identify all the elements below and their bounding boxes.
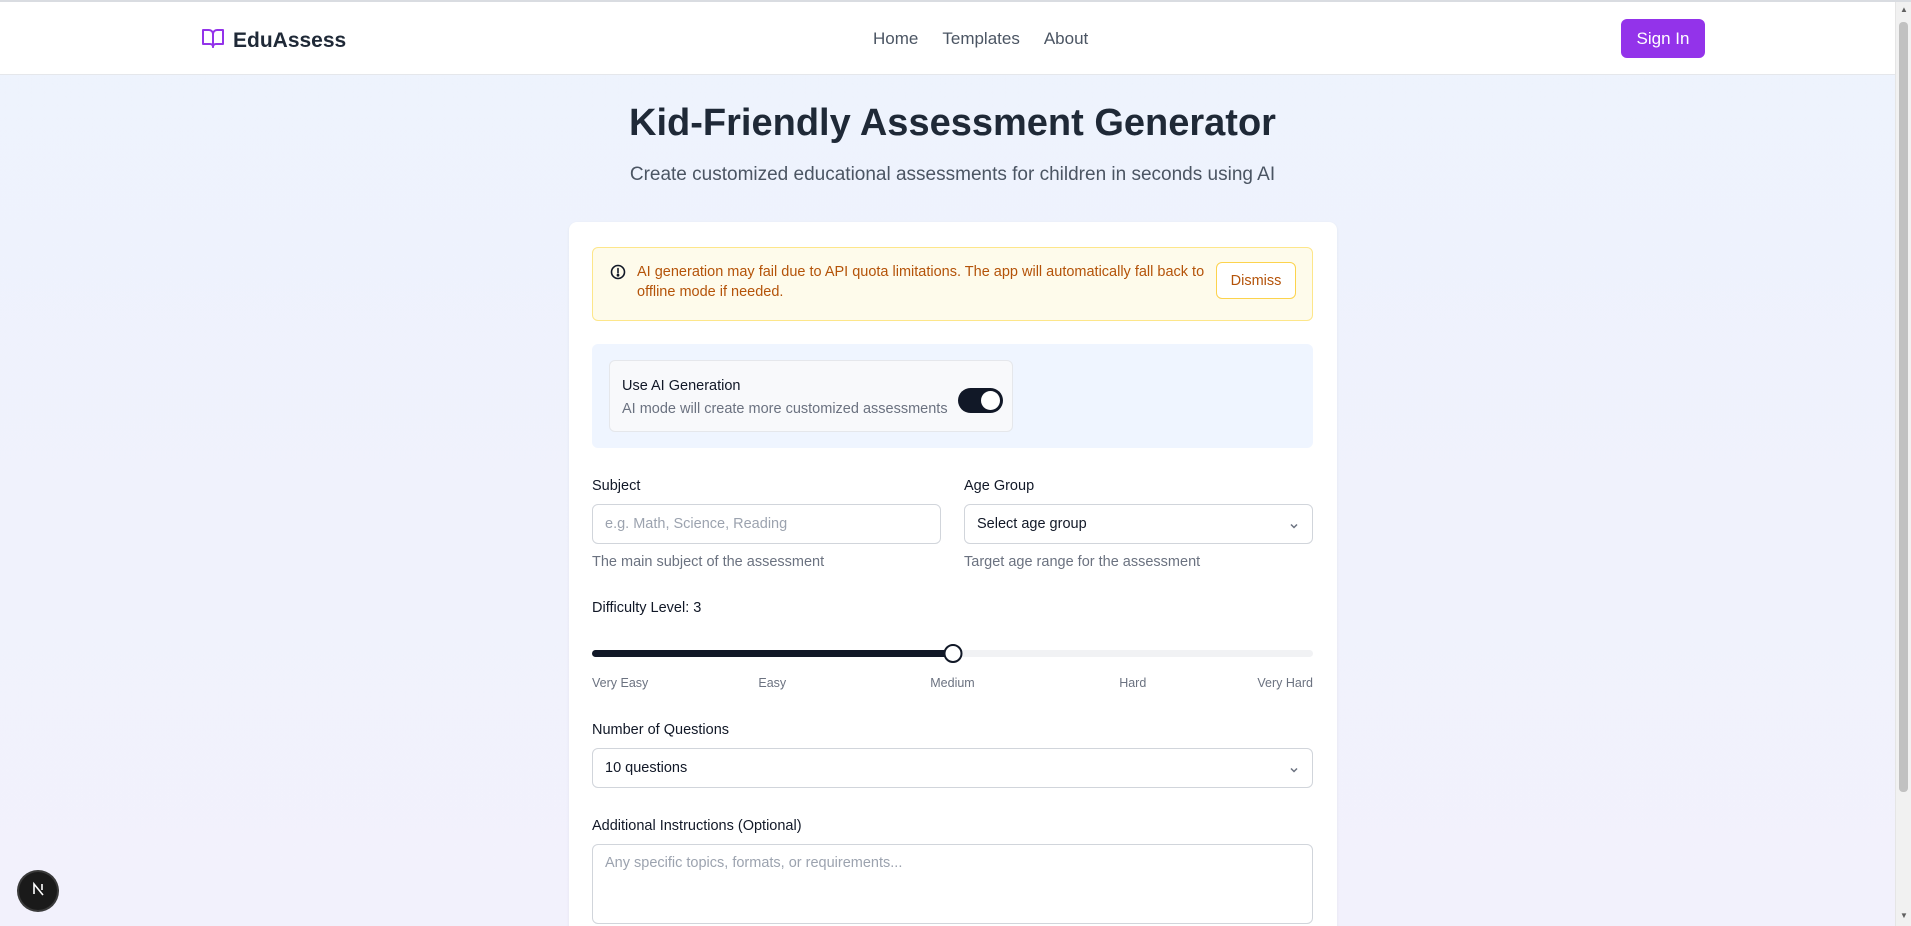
nav-templates[interactable]: Templates: [942, 29, 1019, 49]
ai-generation-setting: Use AI Generation AI mode will create mo…: [609, 360, 1013, 432]
difficulty-scale: Very Easy Easy Medium Hard Very Hard: [592, 676, 1313, 692]
tick-very-hard: Very Hard: [1257, 676, 1313, 690]
logo[interactable]: EduAssess: [201, 27, 346, 54]
difficulty-slider[interactable]: [592, 641, 1313, 665]
generator-form-card: AI generation may fail due to API quota …: [569, 222, 1337, 926]
tick-medium: Medium: [930, 676, 975, 690]
age-group-value: Select age group: [977, 516, 1087, 532]
tick-easy: Easy: [758, 676, 787, 690]
num-questions-label: Number of Questions: [592, 722, 730, 738]
instructions-label: Additional Instructions (Optional): [592, 818, 802, 834]
toggle-knob: [981, 391, 1000, 410]
chevron-down-icon: [1288, 519, 1300, 537]
subject-input[interactable]: [592, 504, 941, 544]
age-group-label: Age Group: [964, 478, 1035, 494]
page-subtitle: Create customized educational assessment…: [629, 164, 1276, 185]
nextjs-dev-badge[interactable]: [19, 872, 57, 910]
num-questions-select[interactable]: 10 questions: [592, 748, 1313, 788]
slider-thumb[interactable]: [943, 644, 962, 663]
dismiss-button[interactable]: Dismiss: [1216, 262, 1296, 299]
chevron-down-icon: [1288, 763, 1300, 781]
scroll-up-arrow-icon[interactable]: ▲: [1900, 6, 1908, 14]
tick-very-easy: Very Easy: [592, 676, 649, 690]
difficulty-label: Difficulty Level: 3: [592, 600, 702, 616]
ai-generation-toggle[interactable]: [958, 388, 1003, 413]
subject-help: The main subject of the assessment: [592, 554, 825, 570]
logo-text: EduAssess: [233, 28, 347, 52]
alert-message: AI generation may fail due to API quota …: [637, 264, 1205, 300]
slider-fill: [592, 650, 953, 657]
main-nav: Home Templates About: [873, 29, 1088, 49]
age-group-help: Target age range for the assessment: [964, 554, 1201, 570]
ai-toggle-title: Use AI Generation: [622, 378, 741, 394]
book-open-icon: [201, 27, 225, 54]
page-title: Kid-Friendly Assessment Generator: [629, 102, 1276, 144]
scroll-down-arrow-icon[interactable]: ▼: [1900, 912, 1908, 920]
nav-home[interactable]: Home: [873, 29, 918, 49]
site-header: EduAssess Home Templates About Sign In: [0, 2, 1895, 75]
quota-warning-alert: AI generation may fail due to API quota …: [592, 247, 1313, 321]
nextjs-logo-icon: [29, 880, 47, 903]
tick-hard: Hard: [1119, 676, 1147, 690]
instructions-textarea[interactable]: [592, 844, 1313, 924]
num-questions-value: 10 questions: [605, 760, 688, 776]
sign-in-button[interactable]: Sign In: [1621, 19, 1705, 58]
age-group-select[interactable]: Select age group: [964, 504, 1313, 544]
nav-about[interactable]: About: [1044, 29, 1088, 49]
ai-toggle-description: AI mode will create more customized asse…: [622, 401, 948, 417]
ai-generation-panel: Use AI Generation AI mode will create mo…: [592, 344, 1313, 448]
alert-circle-icon: [610, 264, 626, 285]
subject-label: Subject: [592, 478, 641, 494]
